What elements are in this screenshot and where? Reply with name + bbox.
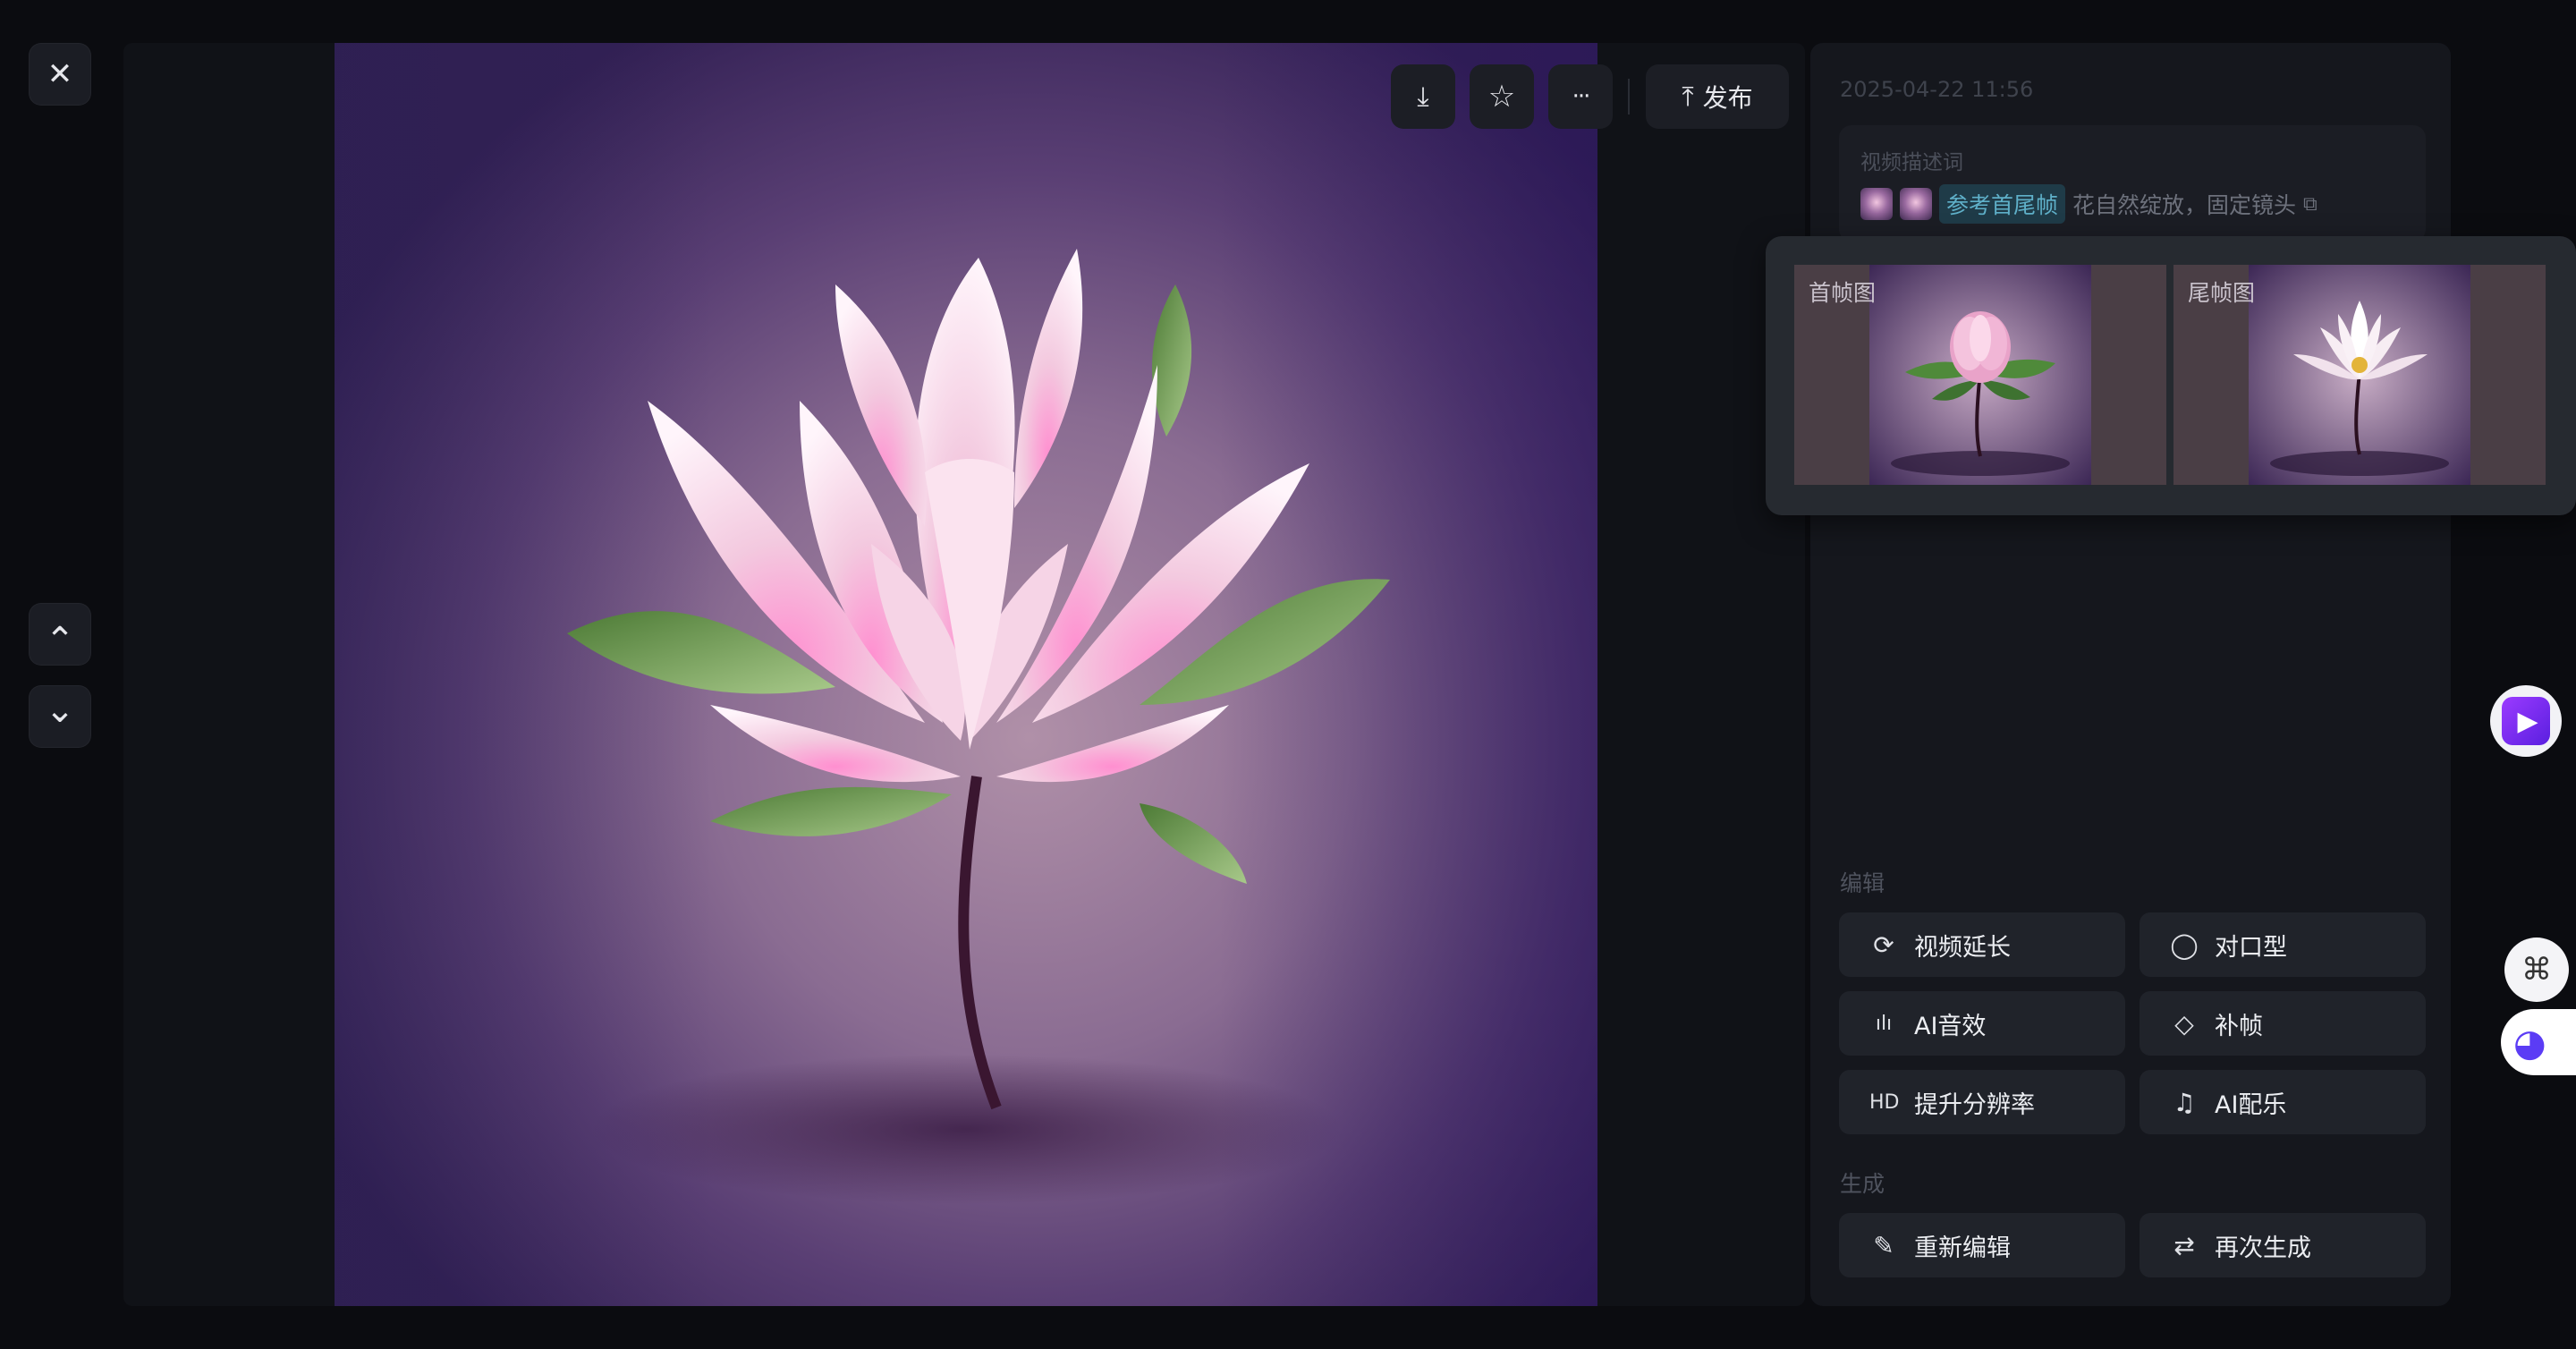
video-extend-button[interactable]: ⟳ 视频延长 <box>1839 912 2125 977</box>
last-frame-preview[interactable]: 尾帧图 <box>2174 265 2546 485</box>
video-extend-icon: ⟳ <box>1873 929 1894 960</box>
re-edit-button[interactable]: ✎ 重新编辑 <box>1839 1213 2125 1277</box>
ai-sound-label: AI音效 <box>1914 1012 1987 1040</box>
regenerate-button[interactable]: ⇄ 再次生成 <box>2140 1213 2426 1277</box>
chevron-up-icon: ⌃ <box>45 620 75 661</box>
last-frame-image <box>2249 265 2470 485</box>
regenerate-label: 再次生成 <box>2215 1234 2311 1262</box>
sound-wave-icon: ılı <box>1875 1012 1893 1035</box>
upload-icon: ⤒ <box>1682 81 1694 113</box>
first-frame-label: 首帧图 <box>1809 280 1877 306</box>
ai-sound-button[interactable]: ılı AI音效 <box>1839 991 2125 1056</box>
first-frame-preview[interactable]: 首帧图 <box>1794 265 2166 485</box>
lip-sync-button[interactable]: ◯ 对口型 <box>2140 912 2426 977</box>
next-button[interactable]: ⌄ <box>29 685 91 748</box>
play-icon: ▶ <box>2517 705 2538 737</box>
frame-interpolation-label: 补帧 <box>2215 1012 2263 1040</box>
assistant-widget[interactable]: ◕ <box>2501 1009 2576 1075</box>
upscale-button[interactable]: HD 提升分辨率 <box>1839 1070 2125 1134</box>
prompt-label: 视频描述词 <box>1860 151 1963 174</box>
close-button[interactable]: ✕ <box>29 43 91 106</box>
upscale-label: 提升分辨率 <box>1914 1090 2035 1119</box>
previous-button[interactable]: ⌃ <box>29 603 91 666</box>
bot-icon: ◕ <box>2513 1020 2546 1065</box>
video-extend-label: 视频延长 <box>1914 933 2011 962</box>
publish-label: 发布 <box>1702 83 1753 113</box>
repeat-icon: ⇄ <box>2174 1230 2195 1260</box>
first-frame-thumb[interactable] <box>1860 188 1893 220</box>
generate-section-label: 生成 <box>1840 1171 1885 1197</box>
frames-popup: 首帧图 尾帧图 <box>1766 236 2576 515</box>
video-preview[interactable] <box>335 43 1597 1306</box>
diamond-icon: ◇ <box>2174 1008 2194 1039</box>
hd-icon: HD <box>1869 1090 1900 1114</box>
last-frame-label: 尾帧图 <box>2188 280 2256 306</box>
grid-icon: ⌘ <box>2521 952 2552 988</box>
lip-sync-label: 对口型 <box>2215 933 2287 962</box>
ref-frames-tag: 参考首尾帧 <box>1939 184 2066 224</box>
apps-widget[interactable]: ⌘ <box>2504 938 2569 1002</box>
music-note-icon: ♫ <box>2173 1087 2196 1117</box>
prompt-card: 视频描述词 参考首尾帧 花自然绽放，固定镜头 ⧉ <box>1839 125 2426 242</box>
frame-interpolation-button[interactable]: ◇ 补帧 <box>2140 991 2426 1056</box>
chevron-down-icon: ⌄ <box>45 690 75 731</box>
created-timestamp: 2025-04-22 11:56 <box>1840 77 2034 102</box>
publish-button[interactable]: ⤒ 发布 <box>1646 64 1789 129</box>
copy-icon[interactable]: ⧉ <box>2303 193 2318 216</box>
first-frame-image <box>1869 265 2091 485</box>
toolbar-divider <box>1628 79 1630 115</box>
ai-music-button[interactable]: ♫ AI配乐 <box>2140 1070 2426 1134</box>
pencil-icon: ✎ <box>1873 1230 1894 1260</box>
lips-icon: ◯ <box>2170 929 2199 960</box>
player-launcher[interactable]: ▶ <box>2490 685 2562 757</box>
close-icon: ✕ <box>47 56 73 92</box>
edit-section-label: 编辑 <box>1840 870 1885 896</box>
prompt-text: 花自然绽放，固定镜头 <box>2072 192 2297 218</box>
ai-music-label: AI配乐 <box>2215 1090 2287 1119</box>
re-edit-label: 重新编辑 <box>1914 1234 2011 1262</box>
lotus-flower-image <box>567 249 1390 1110</box>
prompt-row: 参考首尾帧 花自然绽放，固定镜头 ⧉ <box>1860 184 2318 224</box>
last-frame-thumb[interactable] <box>1900 188 1932 220</box>
